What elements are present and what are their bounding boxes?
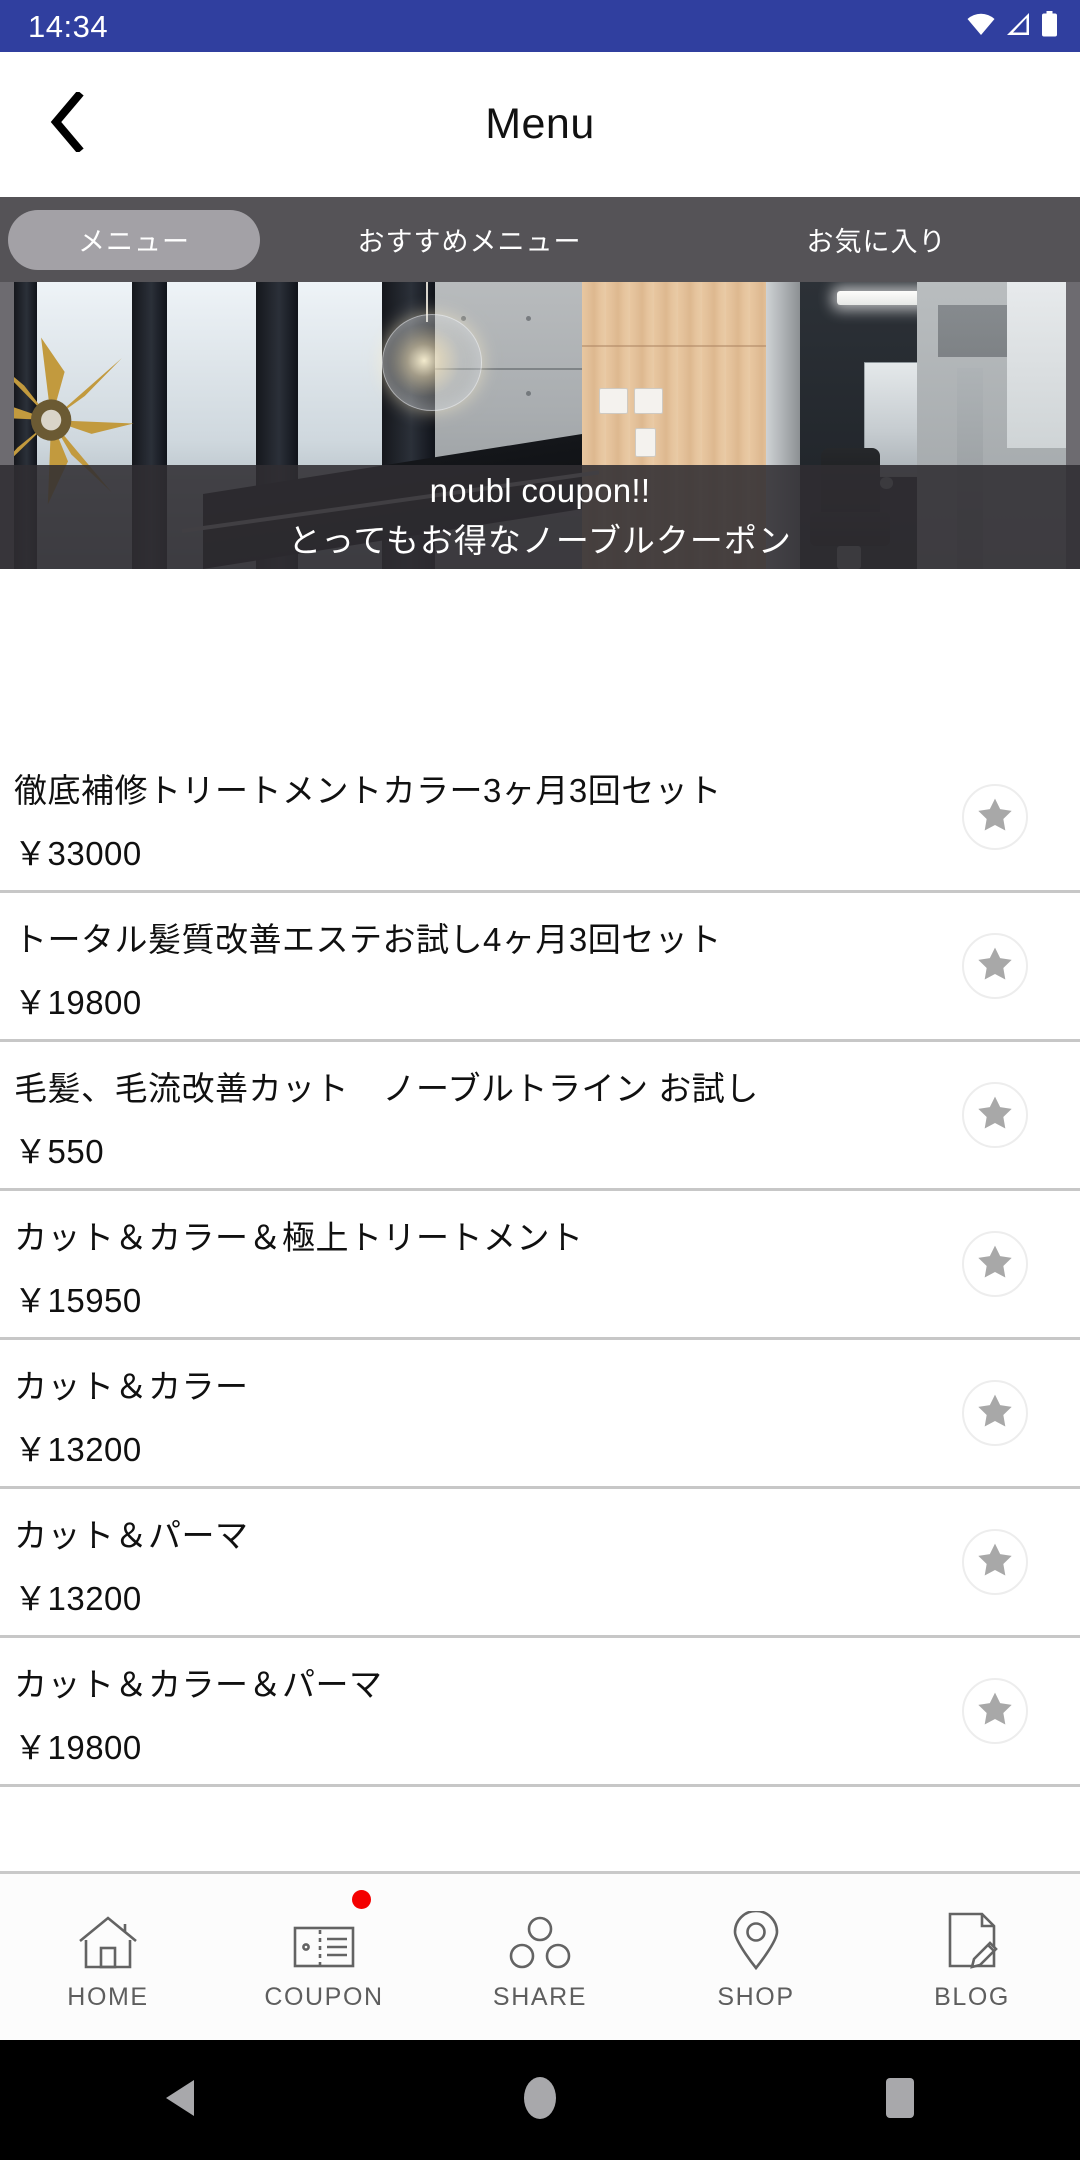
wifi-icon xyxy=(966,12,996,41)
document-pencil-icon xyxy=(944,1909,1000,1971)
menu-list-item[interactable]: カット＆カラー ￥13200 xyxy=(0,1340,1080,1489)
favorite-button[interactable] xyxy=(962,1082,1028,1148)
favorite-button[interactable] xyxy=(962,1231,1028,1297)
menu-item-price: ￥15950 xyxy=(14,1282,142,1320)
menu-item-name: カット＆カラー＆パーマ xyxy=(14,1666,383,1703)
favorite-button[interactable] xyxy=(962,1678,1028,1744)
promo-banner[interactable]: noubl coupon!! とってもお得なノーブルクーポン xyxy=(0,282,1080,569)
favorite-button[interactable] xyxy=(962,1529,1028,1595)
tab-recommended-menu[interactable]: おすすめメニュー xyxy=(266,210,673,270)
status-icon-group xyxy=(966,10,1058,42)
menu-item-price: ￥13200 xyxy=(14,1431,142,1469)
nav-item-home-label: HOME xyxy=(67,1982,149,2011)
tab-menu-label: メニュー xyxy=(78,227,190,257)
circle-icon xyxy=(523,2076,557,2125)
menu-item-price: ￥19800 xyxy=(14,1729,142,1767)
menu-item-price: ￥13200 xyxy=(14,1580,142,1618)
ticket-icon xyxy=(293,1909,355,1971)
menu-item-name: カット＆カラー＆極上トリートメント xyxy=(14,1219,584,1256)
tab-bar: メニュー おすすめメニュー お気に入り xyxy=(0,197,1080,282)
star-icon xyxy=(975,1093,1015,1138)
tab-favorites-label: お気に入り xyxy=(806,227,947,257)
android-recents-button[interactable] xyxy=(825,2040,975,2160)
cellular-signal-icon xyxy=(1005,12,1032,41)
battery-icon xyxy=(1041,10,1058,42)
star-icon xyxy=(975,944,1015,989)
status-clock: 14:34 xyxy=(28,8,109,44)
menu-item-name: カット＆カラー xyxy=(14,1368,249,1405)
nav-item-shop-label: SHOP xyxy=(717,1982,795,2011)
star-icon xyxy=(975,1391,1015,1436)
page-title: Menu xyxy=(485,100,595,148)
menu-item-price: ￥33000 xyxy=(14,835,142,873)
nav-item-blog[interactable]: BLOG xyxy=(864,1874,1080,2040)
star-icon xyxy=(975,1540,1015,1585)
menu-list[interactable]: 徹底補修トリートメントカラー3ヶ月3回セット ￥33000 トータル髪質改善エス… xyxy=(0,744,1080,1871)
star-icon xyxy=(975,1242,1015,1287)
back-button[interactable] xyxy=(34,90,100,158)
nav-item-home[interactable]: HOME xyxy=(0,1874,216,2040)
favorite-button[interactable] xyxy=(962,1380,1028,1446)
map-pin-icon xyxy=(730,1909,782,1971)
share-icon xyxy=(509,1909,571,1971)
tab-recommended-menu-label: おすすめメニュー xyxy=(357,227,582,257)
coupon-badge xyxy=(352,1890,372,1909)
menu-list-item[interactable]: トータル髪質改善エステお試し4ヶ月3回セット ￥19800 xyxy=(0,893,1080,1042)
nav-item-blog-label: BLOG xyxy=(934,1982,1010,2011)
nav-item-coupon-label: COUPON xyxy=(264,1982,384,2011)
tab-menu[interactable]: メニュー xyxy=(8,209,260,270)
star-icon xyxy=(975,795,1015,840)
menu-list-item[interactable]: カット＆カラー＆極上トリートメント ￥15950 xyxy=(0,1191,1080,1340)
menu-item-name: 毛髪、毛流改善カット ノーブルトライン お試し xyxy=(14,1070,759,1107)
menu-item-price: ￥19800 xyxy=(14,984,142,1022)
banner-caption: noubl coupon!! とってもお得なノーブルクーポン xyxy=(0,465,1080,569)
menu-item-name: トータル髪質改善エステお試し4ヶ月3回セット xyxy=(14,921,722,958)
tab-favorites[interactable]: お気に入り xyxy=(673,210,1080,270)
bottom-navigation: HOME COUPON SHARE SHOP BLOG xyxy=(0,1871,1080,2040)
menu-list-item[interactable]: 毛髪、毛流改善カット ノーブルトライン お試し ￥550 xyxy=(0,1042,1080,1191)
star-icon xyxy=(975,1689,1015,1734)
menu-item-price: ￥550 xyxy=(14,1133,105,1171)
nav-item-shop[interactable]: SHOP xyxy=(648,1874,864,2040)
chevron-left-icon xyxy=(48,90,86,157)
app-bar: Menu xyxy=(0,52,1080,197)
menu-list-item[interactable]: カット＆パーマ ￥13200 xyxy=(0,1489,1080,1638)
android-back-button[interactable] xyxy=(105,2040,255,2160)
favorite-button[interactable] xyxy=(962,933,1028,999)
favorite-button[interactable] xyxy=(962,784,1028,850)
banner-caption-en: noubl coupon!! xyxy=(429,472,651,509)
banner-caption-jp: とってもお得なノーブルクーポン xyxy=(288,522,792,559)
menu-item-name: 徹底補修トリートメントカラー3ヶ月3回セット xyxy=(14,772,722,809)
square-icon xyxy=(882,2076,918,2125)
android-navigation-bar xyxy=(0,2040,1080,2160)
menu-item-name: カット＆パーマ xyxy=(14,1517,249,1554)
phone-screen: 14:34 Menu メニュー おすすめメニュー お気に入り noubl cou… xyxy=(0,0,1080,2160)
nav-item-share-label: SHARE xyxy=(492,1982,588,2011)
nav-item-coupon[interactable]: COUPON xyxy=(216,1874,432,2040)
triangle-left-icon xyxy=(164,2078,196,2123)
home-icon xyxy=(77,1909,139,1971)
status-bar: 14:34 xyxy=(0,0,1080,52)
nav-item-share[interactable]: SHARE xyxy=(432,1874,648,2040)
android-home-button[interactable] xyxy=(465,2040,615,2160)
menu-list-item[interactable]: 徹底補修トリートメントカラー3ヶ月3回セット ￥33000 xyxy=(0,744,1080,893)
menu-list-item[interactable]: カット＆カラー＆パーマ ￥19800 xyxy=(0,1638,1080,1787)
